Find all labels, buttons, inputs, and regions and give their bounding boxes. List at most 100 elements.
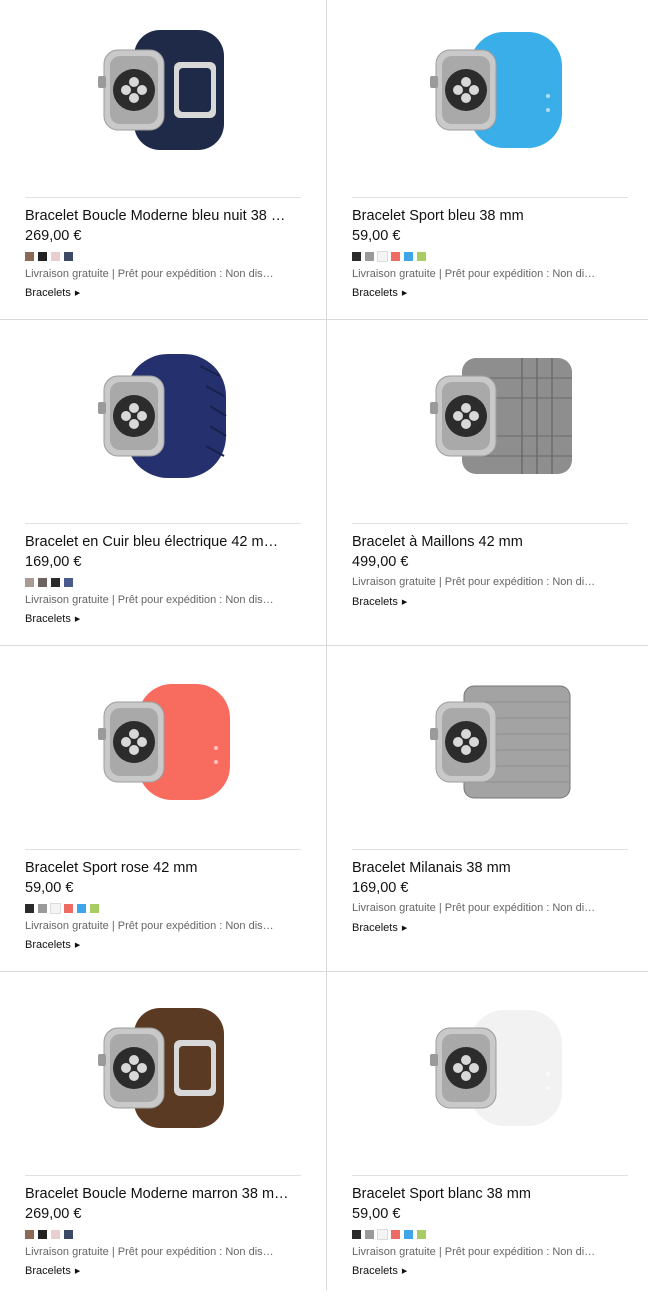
category-label: Bracelets — [352, 1265, 398, 1277]
card-divider — [25, 1175, 301, 1176]
color-swatch[interactable] — [377, 1229, 388, 1240]
product-image[interactable] — [0, 326, 326, 516]
product-price: 59,00 € — [352, 228, 401, 244]
color-swatch[interactable] — [352, 1230, 361, 1239]
color-swatch[interactable] — [64, 1230, 73, 1239]
category-link[interactable]: Bracelets ▶ — [352, 596, 407, 608]
product-price: 269,00 € — [25, 1206, 82, 1222]
product-card[interactable]: Bracelet à Maillons 42 mm 499,00 € Livrais… — [327, 326, 648, 652]
product-image[interactable] — [0, 652, 326, 842]
product-image[interactable] — [327, 652, 648, 842]
product-card[interactable]: Bracelet Boucle Moderne marron 38 m… 269,… — [0, 978, 326, 1304]
color-swatch[interactable] — [38, 904, 47, 913]
color-swatch[interactable] — [365, 252, 374, 261]
category-label: Bracelets — [25, 939, 71, 951]
product-name-link[interactable]: Bracelet Sport rose 42 mm — [25, 860, 305, 876]
product-card[interactable]: Bracelet en Cuir bleu électrique 42 m… 16… — [0, 326, 326, 652]
shipping-info: Livraison gratuite | Prêt pour expéditio… — [352, 576, 596, 588]
card-divider — [352, 1175, 628, 1176]
category-label: Bracelets — [25, 1265, 71, 1277]
product-image[interactable] — [0, 978, 326, 1168]
product-name-link[interactable]: Bracelet à Maillons 42 mm — [352, 534, 632, 550]
caret-right-icon: ▶ — [74, 290, 81, 297]
color-swatch[interactable] — [25, 1230, 34, 1239]
color-swatch[interactable] — [64, 578, 73, 587]
color-swatches — [352, 251, 426, 262]
product-card[interactable]: Bracelet Sport blanc 38 mm 59,00 € Livrais… — [327, 978, 648, 1304]
category-link[interactable]: Bracelets ▶ — [25, 613, 80, 625]
color-swatch[interactable] — [25, 578, 34, 587]
caret-right-icon: ▶ — [401, 925, 408, 932]
product-card[interactable]: Bracelet Sport bleu 38 mm 59,00 € Livraiso… — [327, 0, 648, 326]
product-name-link[interactable]: Bracelet en Cuir bleu électrique 42 m… — [25, 534, 305, 550]
color-swatches — [25, 252, 73, 261]
color-swatches — [25, 903, 99, 914]
category-label: Bracelets — [352, 287, 398, 299]
product-card[interactable]: Bracelet Milanais 38 mm 169,00 € Livraison… — [327, 652, 648, 978]
product-image[interactable] — [327, 978, 648, 1168]
color-swatch[interactable] — [365, 1230, 374, 1239]
product-name-link[interactable]: Bracelet Milanais 38 mm — [352, 860, 632, 876]
category-link[interactable]: Bracelets ▶ — [352, 287, 407, 299]
caret-right-icon: ▶ — [74, 616, 81, 623]
product-card[interactable]: Bracelet Boucle Moderne bleu nuit 38 … 26… — [0, 0, 326, 326]
color-swatch[interactable] — [391, 252, 400, 261]
shipping-info: Livraison gratuite | Prêt pour expéditio… — [25, 920, 274, 932]
caret-right-icon: ▶ — [401, 1268, 408, 1275]
color-swatch[interactable] — [417, 252, 426, 261]
color-swatch[interactable] — [90, 904, 99, 913]
caret-right-icon: ▶ — [74, 1268, 81, 1275]
product-price: 169,00 € — [25, 554, 82, 570]
product-card[interactable]: Bracelet Sport rose 42 mm 59,00 € Livraiso… — [0, 652, 326, 978]
shipping-info: Livraison gratuite | Prêt pour expéditio… — [25, 1246, 274, 1258]
category-link[interactable]: Bracelets ▶ — [25, 939, 80, 951]
product-name-link[interactable]: Bracelet Sport blanc 38 mm — [352, 1186, 632, 1202]
product-name-link[interactable]: Bracelet Boucle Moderne bleu nuit 38 … — [25, 208, 305, 224]
product-image[interactable] — [327, 326, 648, 516]
color-swatch[interactable] — [25, 252, 34, 261]
caret-right-icon: ▶ — [401, 290, 408, 297]
category-link[interactable]: Bracelets ▶ — [352, 1265, 407, 1277]
category-label: Bracelets — [25, 613, 71, 625]
color-swatch[interactable] — [25, 904, 34, 913]
color-swatch[interactable] — [377, 251, 388, 262]
card-divider — [352, 849, 628, 850]
category-link[interactable]: Bracelets ▶ — [25, 287, 80, 299]
product-image[interactable] — [0, 0, 326, 190]
product-price: 269,00 € — [25, 228, 82, 244]
caret-right-icon: ▶ — [401, 599, 408, 606]
color-swatch[interactable] — [50, 903, 61, 914]
card-divider — [25, 849, 301, 850]
color-swatches — [352, 1229, 426, 1240]
card-divider — [352, 523, 628, 524]
shipping-info: Livraison gratuite | Prêt pour expéditio… — [352, 268, 596, 280]
color-swatch[interactable] — [77, 904, 86, 913]
color-swatch[interactable] — [404, 252, 413, 261]
color-swatch[interactable] — [391, 1230, 400, 1239]
product-price: 499,00 € — [352, 554, 409, 570]
category-link[interactable]: Bracelets ▶ — [25, 1265, 80, 1277]
color-swatch[interactable] — [51, 578, 60, 587]
color-swatch[interactable] — [38, 252, 47, 261]
color-swatch[interactable] — [64, 904, 73, 913]
card-divider — [25, 523, 301, 524]
category-link[interactable]: Bracelets ▶ — [352, 922, 407, 934]
color-swatches — [25, 578, 73, 587]
color-swatch[interactable] — [352, 252, 361, 261]
color-swatch[interactable] — [404, 1230, 413, 1239]
category-label: Bracelets — [352, 922, 398, 934]
color-swatch[interactable] — [64, 252, 73, 261]
card-divider — [352, 197, 628, 198]
color-swatch[interactable] — [51, 1230, 60, 1239]
shipping-info: Livraison gratuite | Prêt pour expéditio… — [25, 268, 274, 280]
product-name-link[interactable]: Bracelet Sport bleu 38 mm — [352, 208, 632, 224]
product-name-link[interactable]: Bracelet Boucle Moderne marron 38 m… — [25, 1186, 305, 1202]
color-swatch[interactable] — [51, 252, 60, 261]
color-swatch[interactable] — [417, 1230, 426, 1239]
color-swatch[interactable] — [38, 1230, 47, 1239]
product-price: 169,00 € — [352, 880, 409, 896]
product-image[interactable] — [327, 0, 648, 190]
category-label: Bracelets — [25, 287, 71, 299]
caret-right-icon: ▶ — [74, 942, 81, 949]
color-swatch[interactable] — [38, 578, 47, 587]
